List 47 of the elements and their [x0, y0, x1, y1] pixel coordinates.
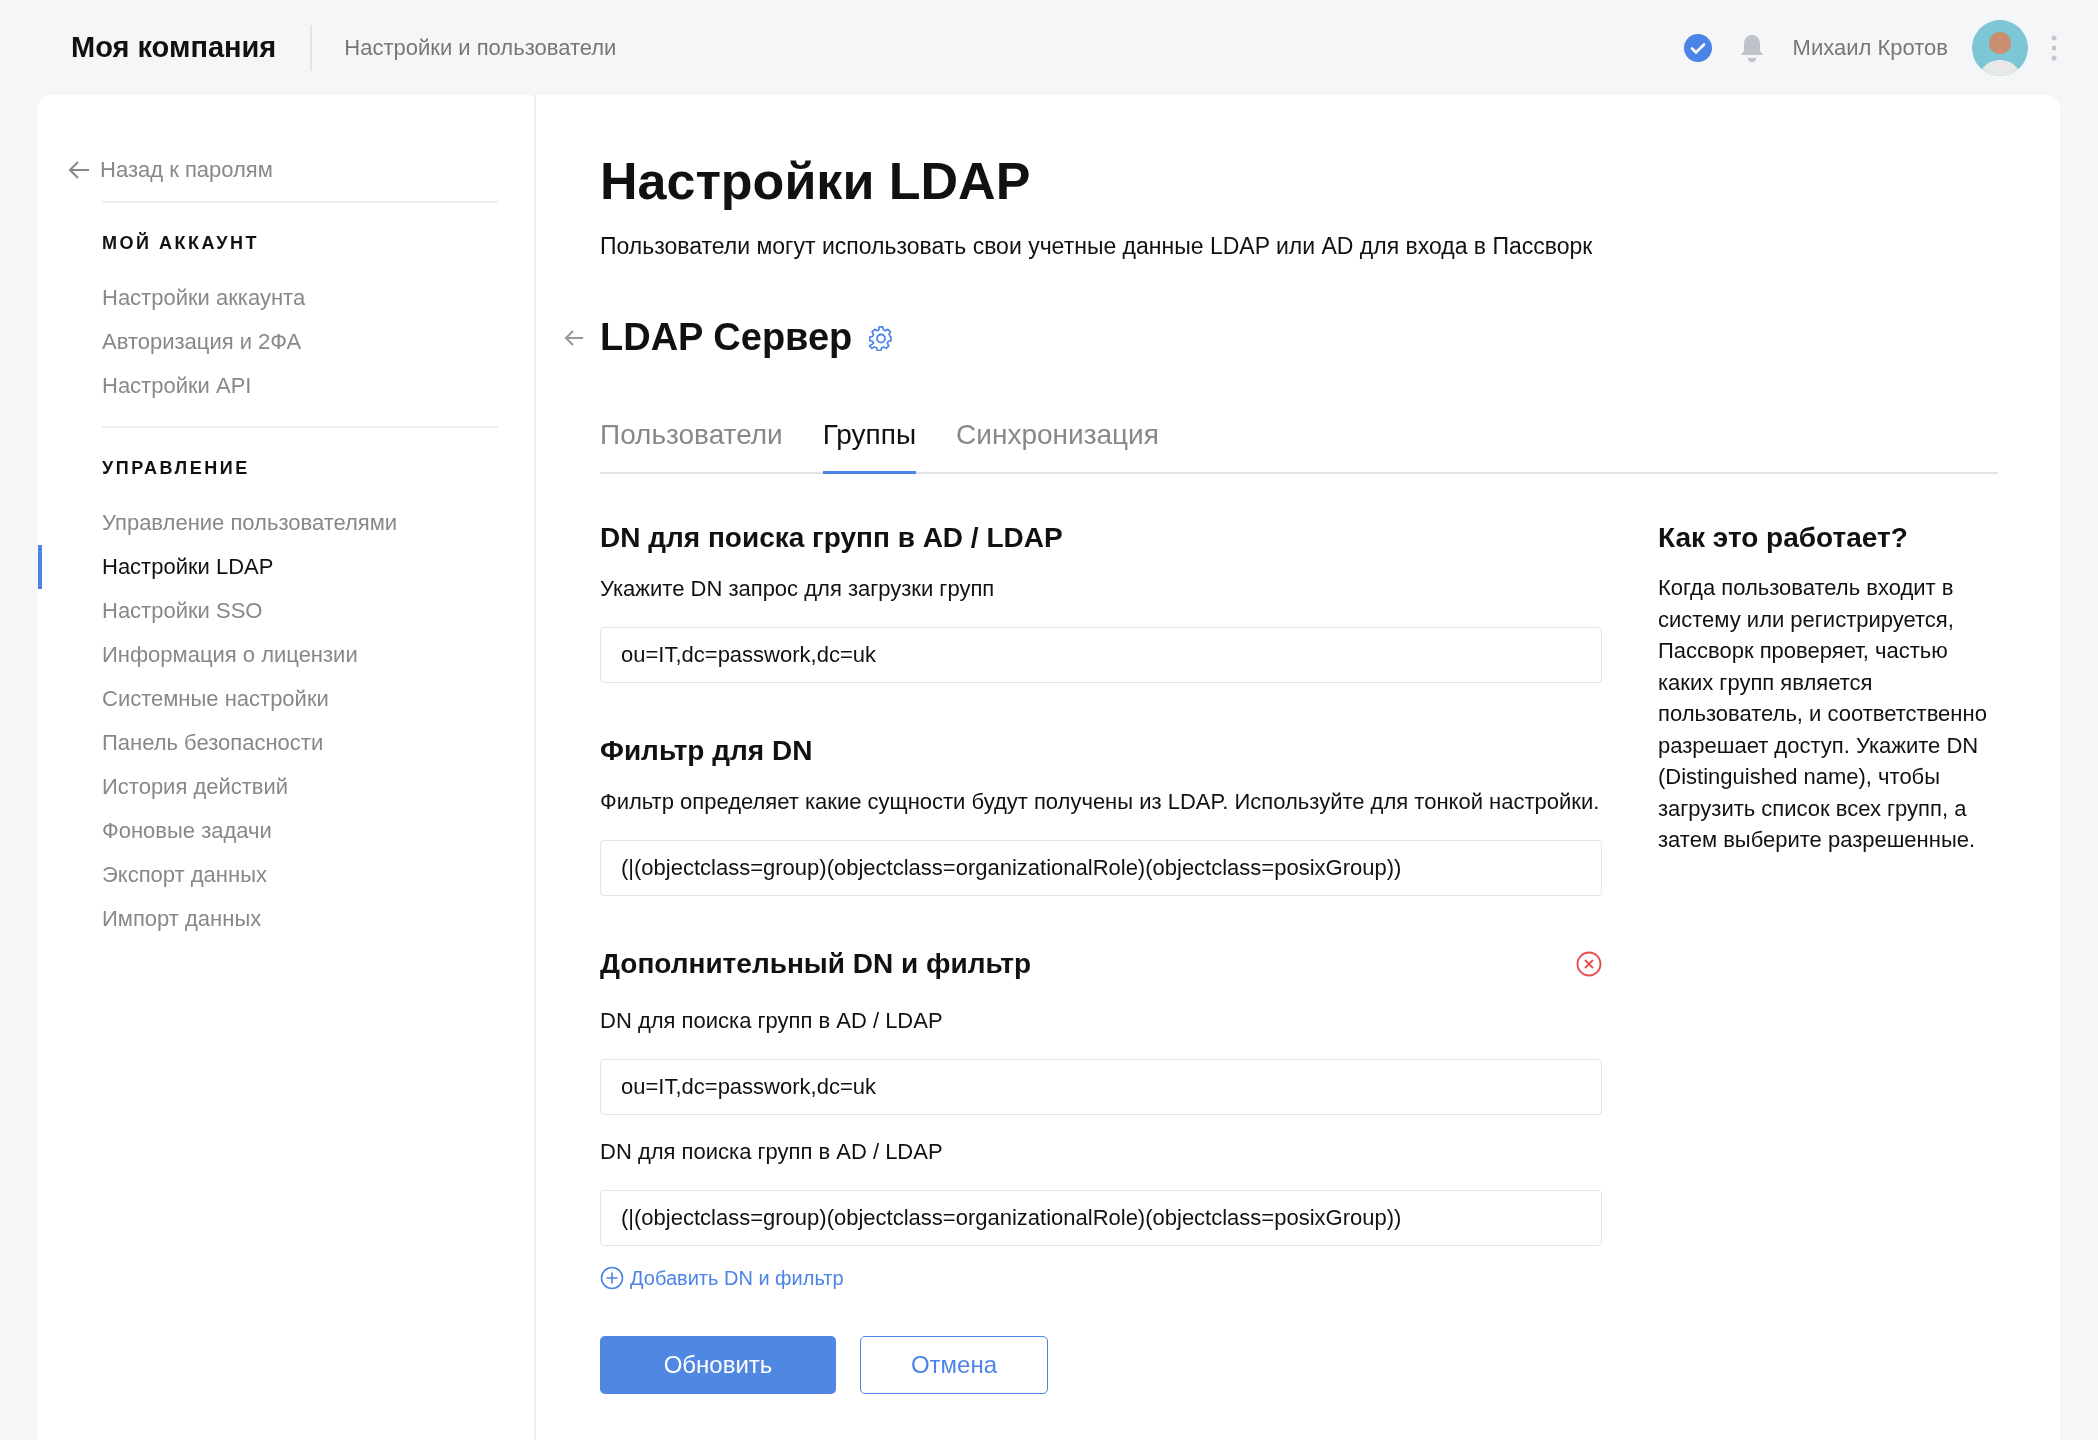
tab[interactable]: Синхронизация — [956, 419, 1159, 474]
tab[interactable]: Группы — [822, 419, 917, 474]
section-heading: DN для поиска групп в AD / LDAP — [600, 521, 1063, 555]
remove-icon[interactable] — [1576, 951, 1602, 977]
arrow-left-icon[interactable] — [564, 328, 584, 347]
sidebar-item[interactable]: Панель безопасности — [38, 721, 324, 765]
section-heading: Дополнительный DN и фильтр — [600, 947, 1031, 981]
input-field[interactable]: ou=IT,dc=passwork,dc=uk — [600, 1059, 1602, 1115]
tab[interactable]: Пользователи — [600, 419, 783, 474]
sidebar-item[interactable]: Экспорт данных — [38, 853, 267, 897]
back-link[interactable]: Назад к паролям — [68, 153, 273, 187]
input-field[interactable]: ou=IT,dc=passwork,dc=uk — [600, 627, 1602, 683]
section-description: Фильтр определяет какие сущности будут получены из LDAP. Используйте для тонкой настройки. — [600, 788, 1601, 816]
sidebar-item[interactable]: Управление пользователями — [38, 501, 398, 545]
sidebar-item[interactable]: Фоновые задачи — [38, 809, 272, 853]
sidebar-item[interactable]: Настройки API — [38, 364, 252, 408]
sidebar-item[interactable]: История действий — [38, 765, 289, 809]
field-label: DN для поиска групп в AD / LDAP — [600, 1007, 944, 1035]
sidebar-heading: МОЙ АККАУНТ — [102, 233, 260, 254]
sidebar-item[interactable]: Настройки LDAP — [38, 545, 274, 589]
help-heading: Как это работает? — [1658, 521, 1909, 555]
sidebar-item[interactable]: Настройки аккаунта — [38, 276, 306, 320]
input-field[interactable]: (|(objectclass=group)(objectclass=organizationalRole)(objectclass=posixGroup)) — [600, 1190, 1602, 1246]
section-description: Укажите DN запрос для загрузки групп — [600, 575, 996, 603]
update-button[interactable]: Обновить — [600, 1336, 836, 1394]
cancel-button[interactable]: Отмена — [860, 1336, 1048, 1394]
sidebar-item[interactable]: Импорт данных — [38, 897, 262, 941]
arrow-left-icon — [68, 160, 90, 180]
sidebar-item[interactable]: Настройки SSO — [38, 589, 263, 633]
gear-icon[interactable] — [868, 324, 895, 351]
server-title: LDAP Сервер — [600, 316, 853, 359]
more-icon[interactable] — [2050, 33, 2058, 62]
sidebar-item[interactable]: Системные настройки — [38, 677, 329, 721]
section-title: Настройки и пользователи — [344, 34, 617, 61]
sidebar-item[interactable]: Информация о лицензии — [38, 633, 358, 677]
user-name[interactable]: Михаил Кротов — [1792, 34, 1948, 61]
page-subtitle: Пользователи могут использовать свои учетные данные LDAP или AD для входа в Пассворк — [600, 233, 1594, 260]
plus-icon — [600, 1266, 624, 1290]
sidebar-heading: УПРАВЛЕНИЕ — [102, 458, 251, 479]
sidebar-item[interactable]: Авторизация и 2ФА — [38, 320, 302, 364]
page-title: Настройки LDAP — [600, 151, 1032, 212]
add-link[interactable]: Добавить DN и фильтр — [600, 1266, 844, 1290]
company-name: Моя компания — [71, 31, 277, 64]
section-heading: Фильтр для DN — [600, 734, 813, 768]
input-field[interactable]: (|(objectclass=group)(objectclass=organizationalRole)(objectclass=posixGroup)) — [600, 840, 1602, 896]
help-text: Когда пользователь входит в систему или регистрируется, Пассворк проверяет, частью каких групп является пользователь, и соответственно разрешает доступ. Укажите DN (Distinguished name), чтобы загрузить список всех групп, а затем выберите разрешенные. — [1658, 574, 1988, 854]
field-label: DN для поиска групп в AD / LDAP — [600, 1138, 944, 1166]
